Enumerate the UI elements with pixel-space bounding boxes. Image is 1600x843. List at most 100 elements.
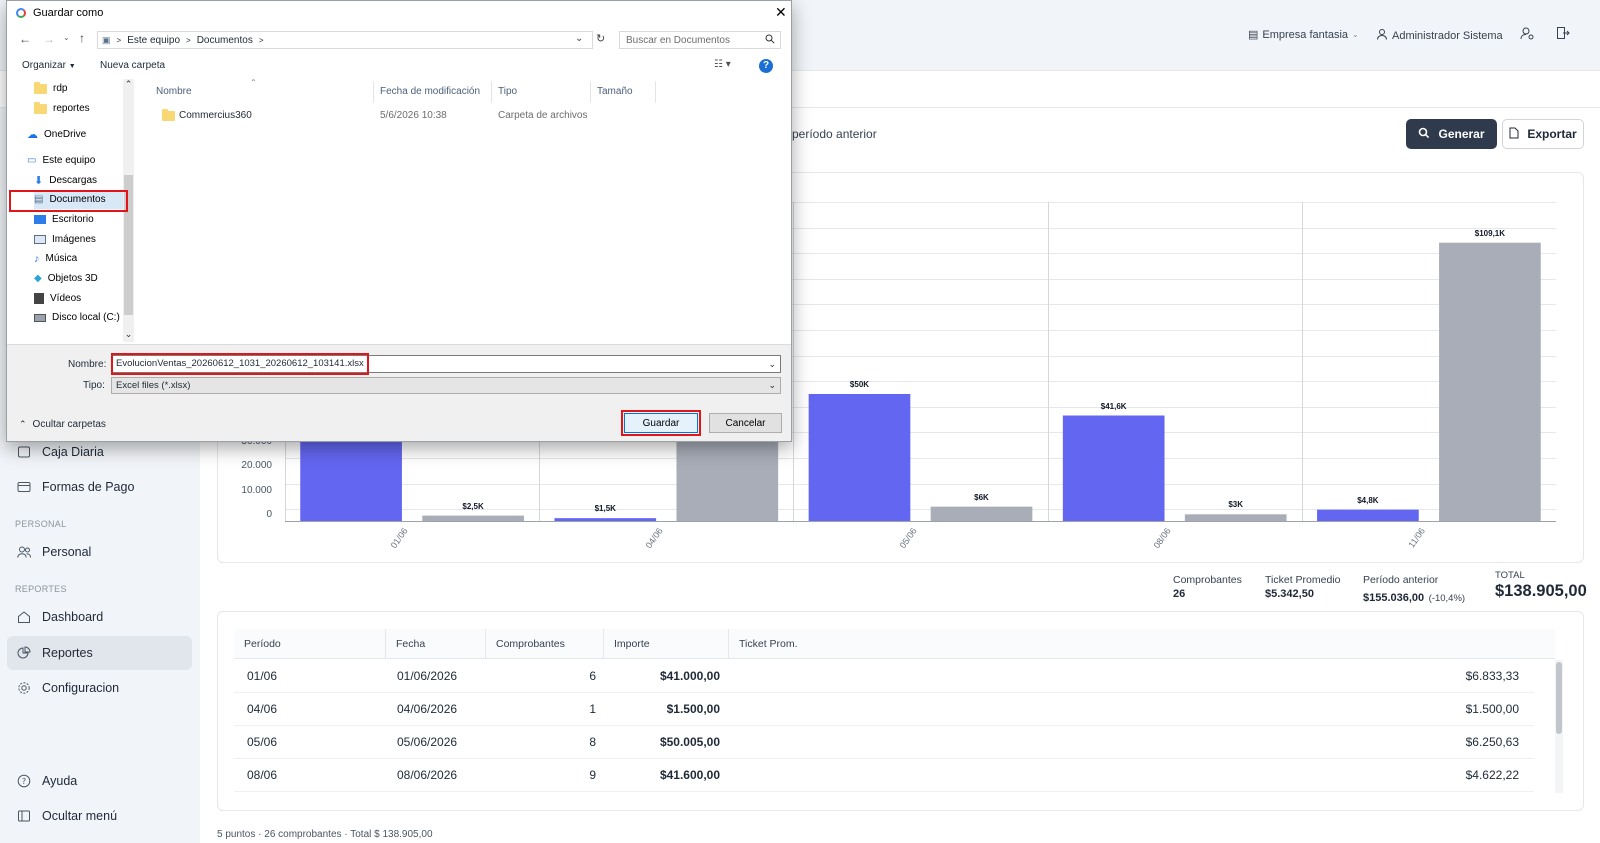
search-documents-input[interactable]: Buscar en Documentos — [619, 31, 781, 49]
column-header-tamano[interactable]: Tamaño — [591, 81, 656, 103]
sidebar-item-formas-de-pago[interactable]: Formas de Pago — [14, 470, 192, 504]
column-header-fecha[interactable]: Fecha — [386, 629, 486, 659]
column-header-ticket[interactable]: Ticket Prom. — [729, 629, 1555, 659]
chevron-down-icon: ⌄ — [1352, 30, 1359, 39]
recent-chevron-icon[interactable]: ⌄ — [63, 33, 70, 42]
bar-value-label: $4,8K — [1357, 495, 1379, 505]
hide-folders-label: Ocultar carpetas — [32, 419, 106, 430]
nav-item-rdp[interactable]: rdp — [34, 79, 67, 98]
nav-item-reportes[interactable]: reportes — [34, 99, 90, 118]
file-row[interactable]: Commercius360 5/6/2026 10:38 Carpeta de … — [155, 107, 635, 125]
back-arrow-icon[interactable]: ← — [19, 32, 31, 46]
table-row[interactable]: 01/06 01/06/2026 6 $41.000,00 $6.833,33 — [234, 660, 1534, 693]
address-dropdown-icon[interactable]: ⌄ — [575, 33, 583, 44]
table-row[interactable]: 05/06 05/06/2026 8 $50.005,00 $6.250,63 — [234, 726, 1534, 759]
sidebar-item-personal[interactable]: Personal — [14, 535, 192, 569]
pc-icon: ▣ — [102, 34, 111, 45]
cell-periodo: 04/06 — [247, 702, 278, 716]
user-name: Administrador Sistema — [1392, 29, 1503, 42]
export-button[interactable]: Exportar — [1502, 119, 1584, 149]
user-menu[interactable]: Administrador Sistema — [1376, 28, 1503, 43]
cell-ticket: $4.622,22 — [1465, 768, 1519, 782]
close-icon[interactable]: ✕ — [775, 4, 787, 21]
section-reportes-heading: REPORTES — [15, 584, 67, 594]
scrollbar-thumb[interactable] — [1556, 662, 1562, 734]
nav-item-este-equipo[interactable]: ▭ Este equipo — [27, 151, 95, 170]
breadcrumb-documentos[interactable]: Documentos — [197, 35, 253, 46]
company-selector[interactable]: ▤ Empresa fantasia ⌄ — [1248, 28, 1359, 42]
sidebar-item-label: Dashboard — [42, 610, 104, 624]
bar-current[interactable] — [1062, 415, 1165, 522]
building-icon: ▤ — [1248, 29, 1259, 41]
cash-register-icon — [16, 444, 32, 460]
bar-previous[interactable] — [930, 506, 1033, 522]
cancel-button[interactable]: Cancelar — [709, 413, 782, 433]
bar-previous[interactable] — [1439, 242, 1541, 522]
column-header-periodo[interactable]: Período — [234, 629, 386, 659]
nav-item-musica[interactable]: ♪ Música — [34, 249, 77, 268]
cell-comprobantes: 9 — [589, 768, 596, 782]
file-excel-icon — [1509, 127, 1519, 142]
stat-label: TOTAL — [1495, 570, 1525, 581]
nav-item-onedrive[interactable]: ☁ OneDrive — [27, 125, 86, 144]
column-header-fecha[interactable]: Fecha de modificación — [374, 81, 492, 103]
column-header-tipo[interactable]: Tipo — [492, 81, 591, 103]
desktop-icon — [34, 215, 46, 224]
organize-menu[interactable]: Organizar ▼ — [22, 60, 76, 71]
sidebar-item-label: Reportes — [42, 646, 93, 660]
column-header-comprobantes[interactable]: Comprobantes — [486, 629, 604, 659]
column-header-importe[interactable]: Importe — [604, 629, 729, 659]
up-arrow-icon[interactable]: ↑ — [79, 31, 85, 45]
sidebar-item-reportes[interactable]: Reportes — [7, 636, 192, 670]
forward-arrow-icon[interactable]: → — [43, 32, 55, 46]
bar-previous[interactable] — [1184, 514, 1287, 522]
search-placeholder: Buscar en Documentos — [626, 34, 730, 46]
sidebar-item-label: Formas de Pago — [42, 480, 135, 494]
scroll-down-icon[interactable]: ⌄ — [123, 329, 134, 340]
nav-item-objetos-3d[interactable]: ◆ Objetos 3D — [34, 269, 98, 288]
refresh-icon[interactable]: ↻ — [596, 32, 605, 45]
computer-icon: ▭ — [27, 155, 37, 166]
filetype-label: Tipo: — [83, 380, 105, 391]
cell-fecha: 08/06/2026 — [397, 768, 458, 782]
help-circle-icon: ? — [16, 773, 32, 789]
nav-item-imagenes[interactable]: Imágenes — [34, 230, 96, 249]
hide-folders-toggle[interactable]: ⌃ Ocultar carpetas — [19, 419, 106, 430]
filetype-value: Excel files (*.xlsx) — [116, 380, 191, 391]
help-icon[interactable]: ? — [759, 59, 773, 73]
nav-item-disco-local[interactable]: Disco local (C:) — [34, 308, 120, 327]
table-row[interactable]: 04/06 04/06/2026 1 $1.500,00 $1.500,00 — [234, 693, 1534, 726]
cell-periodo: 05/06 — [247, 735, 278, 749]
hide-menu-button[interactable]: Ocultar menú — [14, 799, 192, 833]
nav-item-videos[interactable]: Vídeos — [34, 289, 81, 308]
nav-item-escritorio[interactable]: Escritorio — [34, 210, 94, 229]
view-options-icon[interactable]: ☷ ▾ — [714, 59, 731, 70]
sidebar-item-label: Caja Diaria — [42, 445, 104, 459]
address-bar[interactable]: ▣ > Este equipo > Documentos > — [97, 31, 593, 49]
logout-icon[interactable] — [1556, 26, 1570, 45]
cube-icon: ◆ — [34, 273, 42, 284]
nav-item-label: reportes — [53, 103, 90, 114]
scroll-up-icon[interactable]: ⌃ — [123, 79, 134, 90]
table-row[interactable]: 08/06 08/06/2026 9 $41.600,00 $4.622,22 — [234, 759, 1534, 792]
generate-button[interactable]: Generar — [1406, 119, 1497, 149]
nav-item-label: Imágenes — [52, 234, 96, 245]
total-value: $138.905,00 — [1495, 582, 1587, 600]
table-scrollbar[interactable] — [1555, 660, 1563, 793]
bar-current[interactable] — [1317, 509, 1419, 522]
sidebar-item-configuracion[interactable]: Configuracion — [14, 671, 192, 705]
nav-item-descargas[interactable]: ⬇ Descargas — [34, 171, 97, 190]
company-name: Empresa fantasia — [1262, 28, 1349, 41]
bar-current[interactable] — [808, 393, 911, 522]
breadcrumb-este-equipo[interactable]: Este equipo — [127, 35, 180, 46]
file-type: Carpeta de archivos — [498, 110, 588, 121]
sidebar-collapse-icon — [16, 808, 32, 824]
download-icon: ⬇ — [34, 175, 44, 187]
profile-settings-icon[interactable] — [1520, 26, 1534, 45]
sidebar-item-label: Personal — [42, 545, 92, 559]
column-header-nombre[interactable]: Nombre ⌃ — [150, 78, 374, 103]
filetype-select[interactable]: Excel files (*.xlsx) ⌄ — [111, 377, 781, 394]
sidebar-item-dashboard[interactable]: Dashboard — [14, 600, 192, 634]
new-folder-button[interactable]: Nueva carpeta — [100, 60, 165, 71]
sidebar-item-ayuda[interactable]: ? Ayuda — [14, 764, 192, 798]
